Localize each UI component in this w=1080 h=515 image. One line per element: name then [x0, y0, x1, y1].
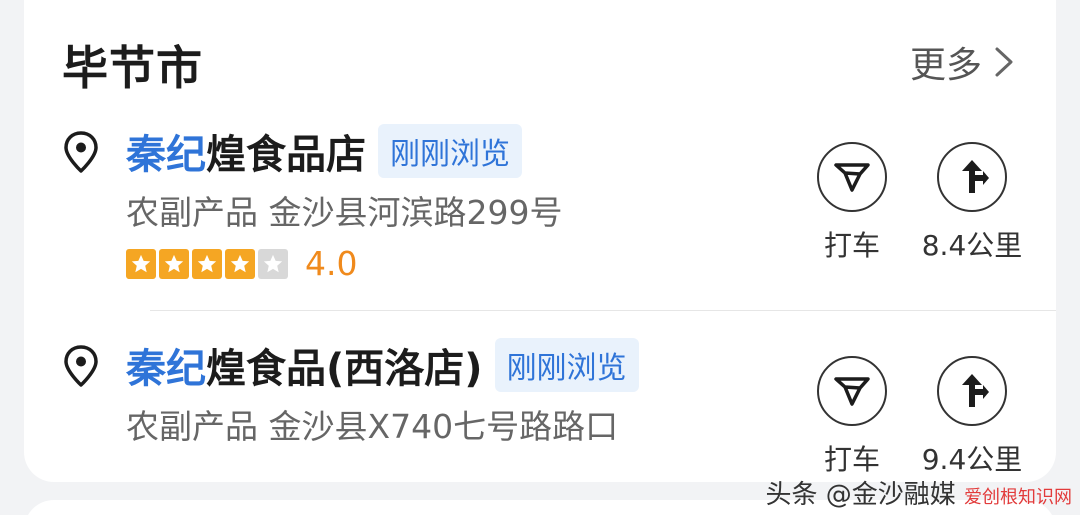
taxi-icon: [834, 163, 870, 192]
route-arrow-icon: [962, 374, 989, 407]
star-icon: [258, 248, 288, 279]
taxi-label: 打车: [823, 229, 880, 262]
result-address: 金沙县X740七号路路口: [268, 407, 619, 446]
divider: [150, 310, 1056, 311]
route-arrow-icon: [962, 160, 989, 193]
result-name[interactable]: 秦纪煌食品(西洛店): [126, 336, 483, 394]
taxi-button-circle: [817, 142, 887, 212]
route-button-circle: [937, 356, 1007, 426]
name-highlight: 秦纪: [126, 346, 206, 392]
recently-viewed-badge: 刚刚浏览: [378, 124, 522, 178]
taxi-button[interactable]: 打车: [792, 356, 912, 478]
result-address: 金沙县河滨路299号: [268, 193, 563, 232]
more-label: 更多: [909, 45, 982, 86]
taxi-button-circle: [817, 356, 887, 426]
watermark: 头条 @金沙融媒 爱创根知识网: [765, 474, 1072, 511]
result-category: 农副产品: [126, 193, 258, 232]
chevron-right-icon: [995, 47, 1013, 77]
watermark-text: 头条 @金沙融媒: [765, 480, 956, 510]
star-icon: [192, 248, 222, 279]
result-name[interactable]: 秦纪煌食品店: [126, 122, 366, 180]
watermark-sub: 爱创根知识网: [964, 487, 1072, 508]
taxi-label: 打车: [823, 443, 880, 476]
rating: 4.0: [126, 244, 357, 283]
distance-label: 9.4公里: [921, 443, 1023, 476]
result-category-address: 农副产品 金沙县X740七号路路口: [126, 400, 618, 448]
name-rest: 煌食品(西洛店): [206, 346, 483, 392]
search-results-card: 毕节市 更多 秦纪煌食品店 刚刚浏览 农副产品 金沙县河滨路299号 4.0 打…: [24, 0, 1056, 482]
star-icon: [159, 248, 189, 279]
more-button[interactable]: 更多: [910, 36, 1016, 88]
result-name-row: 秦纪煌食品(西洛店) 刚刚浏览: [126, 336, 639, 394]
result-category: 农副产品: [126, 407, 258, 446]
taxi-button[interactable]: 打车: [792, 142, 912, 264]
route-button-circle: [937, 142, 1007, 212]
result-name-row: 秦纪煌食品店 刚刚浏览: [126, 122, 522, 180]
result-item[interactable]: 秦纪煌食品店 刚刚浏览 农副产品 金沙县河滨路299号 4.0 打车 8.4公里: [24, 118, 1056, 308]
result-category-address: 农副产品 金沙县河滨路299号: [126, 186, 563, 234]
star-icon: [225, 248, 255, 279]
route-button[interactable]: 9.4公里: [912, 356, 1032, 478]
name-rest: 煌食品店: [206, 132, 366, 178]
location-pin-icon: [64, 131, 98, 173]
recently-viewed-badge: 刚刚浏览: [494, 338, 639, 392]
taxi-icon: [834, 377, 870, 406]
result-item[interactable]: 秦纪煌食品(西洛店) 刚刚浏览 农副产品 金沙县X740七号路路口 打车 9.4…: [24, 332, 1056, 482]
name-highlight: 秦纪: [126, 132, 206, 178]
route-button[interactable]: 8.4公里: [912, 142, 1032, 264]
distance-label: 8.4公里: [921, 229, 1023, 262]
rating-score: 4.0: [305, 244, 358, 283]
city-title: 毕节市: [62, 41, 203, 95]
location-pin-icon: [64, 345, 98, 387]
star-icon: [126, 248, 156, 279]
